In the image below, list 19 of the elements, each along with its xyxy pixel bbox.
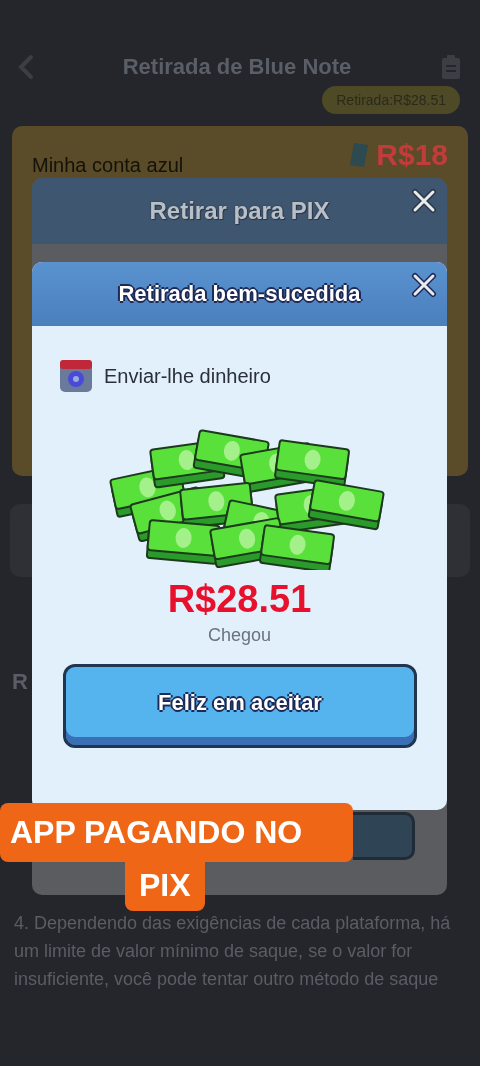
clipboard-icon[interactable] bbox=[440, 54, 462, 80]
close-icon[interactable] bbox=[411, 188, 437, 214]
dialog-title: Retirada bem-sucedida bbox=[118, 281, 361, 307]
back-icon[interactable] bbox=[18, 54, 34, 80]
status-text: Chegou bbox=[206, 625, 273, 646]
dialog-title: Retirar para PIX bbox=[149, 197, 330, 225]
app-icon bbox=[60, 360, 92, 392]
page-title: Retirada de Blue Note bbox=[121, 54, 353, 80]
account-amount: R$18 bbox=[376, 138, 448, 172]
accept-button[interactable]: Feliz em aceitar bbox=[63, 664, 417, 748]
amount-text: R$28.51 bbox=[166, 578, 313, 621]
dimmed-button[interactable] bbox=[353, 812, 415, 860]
withdrawal-note: 4. Dependendo das exigências de cada plataforma, há um limite de valor mínimo de saque, se o valor for insuficiente, você pode tentar outro método de saque bbox=[14, 912, 452, 991]
caption-text: APP PAGANDO NO bbox=[0, 803, 353, 862]
close-icon[interactable] bbox=[411, 272, 437, 298]
section-heading: R bbox=[12, 669, 29, 695]
caption-text: PIX bbox=[125, 862, 205, 911]
sender-text: Enviar-lhe dinheiro bbox=[104, 364, 271, 388]
account-label: Minha conta azul bbox=[32, 154, 184, 177]
